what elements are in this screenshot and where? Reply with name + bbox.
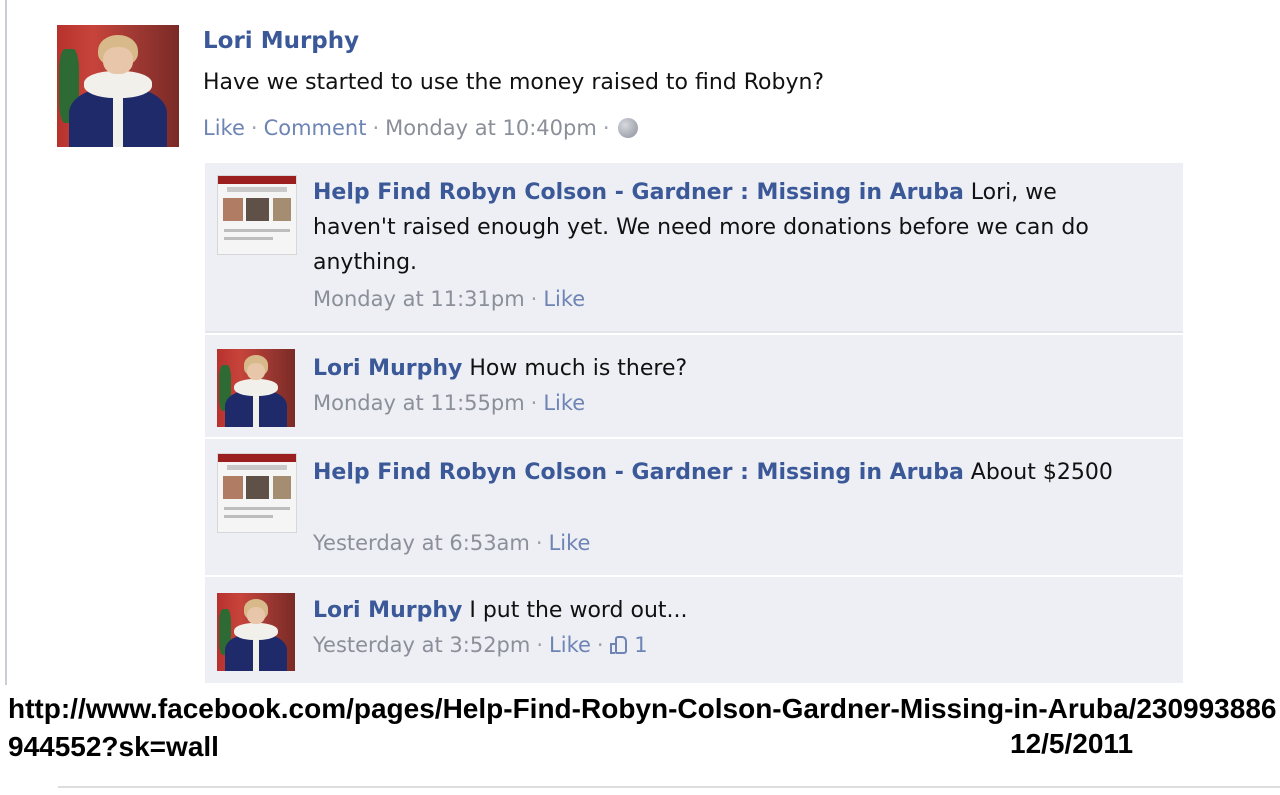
bottom-divider xyxy=(58,786,1280,788)
comment-body: Lori Murphy How much is there? xyxy=(313,351,1123,386)
comment-meta: Monday at 11:31pm · Like xyxy=(313,287,585,311)
separator: · xyxy=(250,116,258,140)
thumbs-up-icon xyxy=(609,636,628,654)
post-like-link[interactable]: Like xyxy=(203,116,245,140)
comment-meta: Yesterday at 6:53am · Like xyxy=(313,531,590,555)
comment-timestamp[interactable]: Yesterday at 6:53am xyxy=(313,531,530,555)
comment-author-avatar[interactable] xyxy=(217,349,295,427)
separator: · xyxy=(596,633,604,657)
comment-like-link[interactable]: Like xyxy=(549,531,591,555)
post-meta: Like · Comment · Monday at 10:40pm · xyxy=(203,116,638,140)
comment-author[interactable]: Help Find Robyn Colson - Gardner : Missi… xyxy=(313,180,964,205)
comment-author[interactable]: Lori Murphy xyxy=(313,356,462,381)
comment-author[interactable]: Lori Murphy xyxy=(313,598,462,623)
comment-meta: Monday at 11:55pm · Like xyxy=(313,391,585,415)
globe-icon[interactable] xyxy=(617,118,638,138)
comment-timestamp[interactable]: Monday at 11:55pm xyxy=(313,391,525,415)
comment-body: Help Find Robyn Colson - Gardner : Missi… xyxy=(313,455,1123,490)
post-text: Have we started to use the money raised … xyxy=(203,70,825,95)
source-date: 12/5/2011 xyxy=(1010,728,1134,759)
comment-author-avatar[interactable] xyxy=(217,593,295,671)
separator: · xyxy=(536,633,544,657)
comment-like-link[interactable]: Like xyxy=(549,633,591,657)
comments-list: Help Find Robyn Colson - Gardner : Missi… xyxy=(205,163,1183,683)
page-avatar[interactable] xyxy=(217,175,297,255)
like-count[interactable]: 1 xyxy=(609,633,648,657)
comment-like-link[interactable]: Like xyxy=(543,287,585,311)
comment-author[interactable]: Help Find Robyn Colson - Gardner : Missi… xyxy=(313,460,964,485)
frame-left-border xyxy=(5,0,7,685)
page-avatar[interactable] xyxy=(217,453,297,533)
comment-timestamp[interactable]: Yesterday at 3:52pm xyxy=(313,633,530,657)
post-timestamp[interactable]: Monday at 10:40pm xyxy=(385,116,597,140)
comment-like-link[interactable]: Like xyxy=(543,391,585,415)
post-author-avatar[interactable] xyxy=(57,25,179,147)
comment-body: Lori Murphy I put the word out... xyxy=(313,593,1123,628)
comment-item: Help Find Robyn Colson - Gardner : Missi… xyxy=(205,163,1183,333)
separator: · xyxy=(530,287,538,311)
post-comment-link[interactable]: Comment xyxy=(264,116,367,140)
comment-item: Lori Murphy How much is there? Monday at… xyxy=(205,333,1183,439)
separator: · xyxy=(372,116,380,140)
comment-text: About $2500 xyxy=(970,460,1113,485)
separator: · xyxy=(535,531,543,555)
separator: · xyxy=(530,391,538,415)
comment-item: Help Find Robyn Colson - Gardner : Missi… xyxy=(205,437,1183,577)
comment-body: Help Find Robyn Colson - Gardner : Missi… xyxy=(313,175,1123,280)
comment-meta: Yesterday at 3:52pm · Like · 1 xyxy=(313,633,648,657)
like-count-value: 1 xyxy=(634,633,648,657)
comment-timestamp[interactable]: Monday at 11:31pm xyxy=(313,287,525,311)
separator: · xyxy=(602,116,610,140)
comment-item: Lori Murphy I put the word out... Yester… xyxy=(205,575,1183,681)
comment-text: I put the word out... xyxy=(469,598,688,623)
post-author-name[interactable]: Lori Murphy xyxy=(203,28,359,54)
comment-text: How much is there? xyxy=(469,356,688,381)
